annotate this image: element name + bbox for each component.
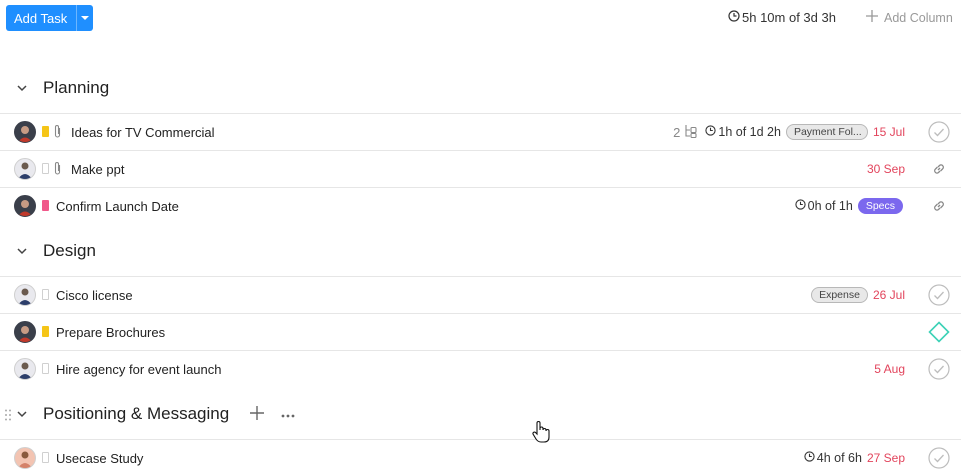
attachment-icon bbox=[53, 161, 62, 181]
task-name[interactable]: Ideas for TV Commercial bbox=[71, 125, 215, 140]
link-icon[interactable] bbox=[917, 199, 961, 213]
clock-icon bbox=[804, 451, 815, 465]
assignee-avatar[interactable] bbox=[14, 358, 36, 380]
subtask-icon bbox=[683, 124, 699, 141]
subtask-count[interactable]: 2 bbox=[673, 124, 699, 141]
task-row[interactable]: Hire agency for event launch 5 Aug bbox=[0, 350, 961, 387]
plus-icon bbox=[866, 10, 878, 25]
due-date[interactable]: 5 Aug bbox=[874, 362, 905, 376]
task-row[interactable]: Cisco license Expense 26 Jul bbox=[0, 276, 961, 313]
priority-flag[interactable] bbox=[42, 163, 49, 174]
assignee-avatar[interactable] bbox=[14, 447, 36, 469]
priority-flag[interactable] bbox=[42, 200, 49, 211]
time-estimate-total: 5h 10m of 3d 3h bbox=[728, 10, 836, 25]
clock-icon bbox=[728, 10, 740, 25]
tag-badge[interactable]: Expense bbox=[811, 287, 868, 303]
assignee-avatar[interactable] bbox=[14, 158, 36, 180]
chevron-down-icon[interactable] bbox=[16, 407, 28, 425]
complete-check-icon[interactable] bbox=[917, 358, 961, 380]
section-title[interactable]: Positioning & Messaging bbox=[43, 404, 229, 424]
task-name[interactable]: Hire agency for event launch bbox=[56, 362, 221, 377]
complete-check-icon[interactable] bbox=[917, 284, 961, 306]
due-date[interactable]: 26 Jul bbox=[873, 288, 905, 302]
time-estimate-text: 4h of 6h bbox=[816, 451, 862, 465]
due-date[interactable]: 15 Jul bbox=[873, 125, 905, 139]
task-row[interactable]: Make ppt 30 Sep bbox=[0, 150, 961, 187]
task-row[interactable]: Confirm Launch Date 0h of 1h Specs bbox=[0, 187, 961, 224]
priority-flag[interactable] bbox=[42, 363, 49, 374]
assignee-avatar[interactable] bbox=[14, 195, 36, 217]
due-date[interactable]: 27 Sep bbox=[867, 451, 905, 465]
tag-badge[interactable]: Payment Fol... bbox=[785, 124, 868, 140]
add-task-dropdown-icon[interactable] bbox=[77, 15, 93, 21]
priority-flag[interactable] bbox=[42, 452, 49, 463]
add-column-label: Add Column bbox=[884, 10, 953, 25]
task-name[interactable]: Make ppt bbox=[71, 162, 124, 177]
more-options-icon[interactable] bbox=[281, 405, 295, 421]
attachment-icon bbox=[53, 124, 62, 144]
add-task-label: Add Task bbox=[14, 10, 68, 26]
due-date[interactable]: 30 Sep bbox=[867, 162, 905, 176]
section-planning: Planning Ideas for TV Commercial 2 1h of… bbox=[0, 70, 961, 224]
link-icon[interactable] bbox=[917, 162, 961, 176]
task-name[interactable]: Confirm Launch Date bbox=[56, 199, 179, 214]
complete-check-icon[interactable] bbox=[917, 447, 961, 469]
complete-check-icon[interactable] bbox=[917, 121, 961, 143]
priority-flag[interactable] bbox=[42, 326, 49, 337]
task-name[interactable]: Prepare Brochures bbox=[56, 325, 165, 340]
clock-icon bbox=[794, 199, 806, 213]
section-title[interactable]: Design bbox=[43, 241, 96, 261]
task-row[interactable]: Prepare Brochures bbox=[0, 313, 961, 350]
add-column-button[interactable]: Add Column bbox=[866, 10, 953, 25]
task-name[interactable]: Usecase Study bbox=[56, 451, 143, 466]
section-header: Planning bbox=[0, 70, 961, 106]
clock-icon bbox=[705, 125, 717, 139]
section-design: Design Cisco license Expense 26 Jul Prep… bbox=[0, 233, 961, 387]
section-header: Positioning & Messaging bbox=[0, 396, 961, 432]
tag-badge[interactable]: Specs bbox=[857, 198, 903, 214]
time-estimate[interactable]: 0h of 1h bbox=[794, 199, 853, 213]
assignee-avatar[interactable] bbox=[14, 121, 36, 143]
time-estimate[interactable]: 4h of 6h bbox=[804, 451, 862, 465]
toolbar: Add Task 5h 10m of 3d 3h Add Column bbox=[0, 0, 961, 36]
add-task-plus-icon[interactable] bbox=[250, 406, 264, 425]
task-row[interactable]: Ideas for TV Commercial 2 1h of 1d 2h Pa… bbox=[0, 113, 961, 150]
time-total-text: 5h 10m of 3d 3h bbox=[742, 10, 836, 25]
subtask-count-text: 2 bbox=[673, 124, 681, 140]
chevron-down-icon[interactable] bbox=[16, 244, 28, 262]
priority-flag[interactable] bbox=[42, 126, 49, 137]
time-estimate[interactable]: 1h of 1d 2h bbox=[705, 125, 781, 139]
assignee-avatar[interactable] bbox=[14, 284, 36, 306]
time-estimate-text: 0h of 1h bbox=[807, 199, 853, 213]
time-estimate-text: 1h of 1d 2h bbox=[718, 125, 781, 139]
drag-handle-icon[interactable] bbox=[5, 408, 11, 426]
hand-cursor-icon bbox=[532, 420, 550, 449]
task-name[interactable]: Cisco license bbox=[56, 288, 133, 303]
add-task-button[interactable]: Add Task bbox=[6, 5, 93, 31]
section-header: Design bbox=[0, 233, 961, 269]
milestone-diamond-icon[interactable] bbox=[917, 321, 961, 343]
task-row[interactable]: Usecase Study 4h of 6h 27 Sep bbox=[0, 439, 961, 476]
chevron-down-icon[interactable] bbox=[16, 81, 28, 99]
assignee-avatar[interactable] bbox=[14, 321, 36, 343]
section-title[interactable]: Planning bbox=[43, 78, 109, 98]
section-positioning-messaging: Positioning & Messaging Usecase Study 4h… bbox=[0, 396, 961, 476]
priority-flag[interactable] bbox=[42, 289, 49, 300]
